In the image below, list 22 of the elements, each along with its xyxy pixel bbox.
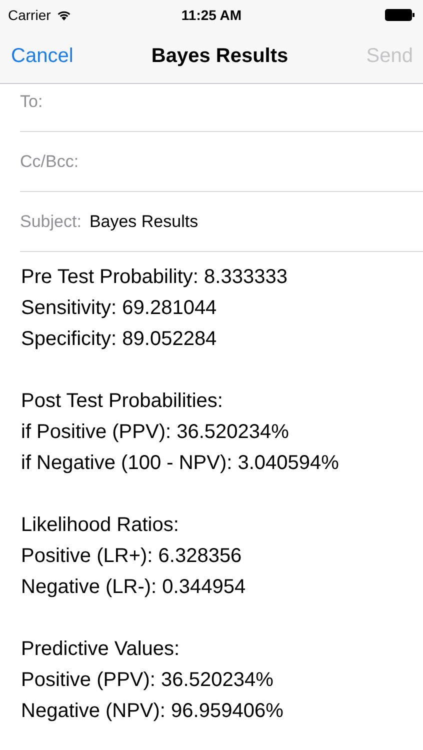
- field-label: Subject:: [20, 212, 82, 232]
- field-value[interactable]: Bayes Results: [89, 212, 198, 232]
- cancel-button[interactable]: Cancel: [11, 45, 74, 68]
- nav-title: Bayes Results: [151, 45, 288, 68]
- message-line: Negative (NPV): 96.959406%: [21, 699, 284, 724]
- field-label: To:: [20, 92, 43, 112]
- message-line: Pre Test Probability: 8.333333: [21, 265, 288, 290]
- field-label: Cc/Bcc:: [20, 152, 79, 172]
- message-line: Positive (LR+): 6.328356: [21, 544, 243, 569]
- message-line: if Positive (PPV): 36.520234%: [21, 420, 290, 445]
- message-line: Sensitivity: 69.281044: [21, 296, 218, 321]
- carrier-name: Carrier: [8, 7, 51, 23]
- message-line: Post Test Probabilities:: [21, 389, 224, 414]
- message-line: if Negative (100 - NPV): 3.040594%: [21, 451, 340, 476]
- message-line: Specificity: 89.052284: [21, 327, 218, 352]
- message-line: Negative (LR-): 0.344954: [21, 575, 247, 600]
- clock-time: 11:25 AM: [181, 7, 242, 23]
- wifi-icon: [56, 9, 72, 21]
- message-line: Likelihood Ratios:: [21, 513, 180, 538]
- message-line: Positive (PPV): 36.520234%: [21, 668, 274, 693]
- message-line: Predictive Values:: [21, 637, 181, 662]
- battery-icon: [385, 9, 415, 21]
